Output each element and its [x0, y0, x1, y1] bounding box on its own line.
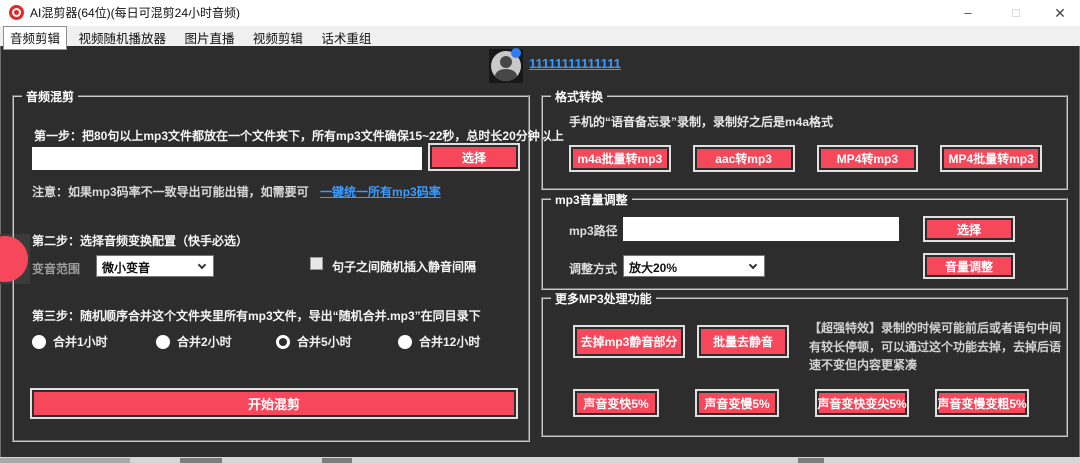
background-window-edge — [0, 457, 1080, 464]
audio-mix-group-title: 音频混剪 — [22, 88, 79, 105]
tab-video-edit[interactable]: 视频剪辑 — [246, 26, 310, 50]
background-window-fragment — [180, 458, 222, 463]
note-row: 注意：如果mp3码率不一致导出可能出错，如需要可 一键统一所有mp3码率 — [32, 183, 441, 200]
audio-mix-group: 音频混剪 第一步：把80句以上mp3文件都放在一个文件夹下，所有mp3文件确保1… — [12, 88, 564, 442]
tab-audio-edit[interactable]: 音频剪辑 — [3, 26, 68, 50]
slower-deeper-pitch-5-button[interactable]: 声音变慢变粗5% — [935, 389, 1029, 417]
mp3-path-input[interactable] — [623, 217, 899, 241]
m4a-batch-to-mp3-button[interactable]: m4a批量转mp3 — [569, 145, 671, 172]
format-convert-buttons: m4a批量转mp3 aac转mp3 MP4转mp3 MP4批量转mp3 — [569, 145, 1042, 172]
start-mix-button[interactable]: 开始混剪 — [30, 388, 518, 419]
tab-video-random-player[interactable]: 视频随机播放器 — [71, 26, 173, 50]
tab-script-recombine[interactable]: 话术重组 — [314, 26, 378, 50]
app-logo-icon — [9, 5, 24, 20]
tab-strip: 音频剪辑 视频随机播放器 图片直播 视频剪辑 话术重组 — [0, 26, 1080, 50]
main-content: 11111111111111 音频混剪 第一步：把80句以上mp3文件都放在一个… — [0, 46, 1080, 457]
window-title: AI混剪器(64位)(每日可混剪24小时音频) — [30, 6, 241, 20]
volume-adjust-group: mp3音量调整 mp3路径 选择 调整方式 放大20% 音量调整 — [541, 191, 1068, 290]
more-mp3-group: 更多MP3处理功能 去掉mp3静音部分 批量去静音 【超强特效】录制的时候可能前… — [541, 290, 1068, 437]
mp3-path-label: mp3路径 — [569, 224, 618, 238]
chevron-down-icon — [748, 260, 758, 270]
select-mp3-button[interactable]: 选择 — [923, 216, 1015, 242]
remove-silence-button[interactable]: 去掉mp3静音部分 — [573, 325, 685, 358]
unify-bitrate-link[interactable]: 一键统一所有mp3码率 — [320, 185, 441, 199]
format-convert-group: 格式转换 手机的“语音备忘录”录制，录制好之后是m4a格式 m4a批量转mp3 … — [541, 88, 1068, 190]
voice-range-select[interactable]: 微小变音 — [96, 255, 214, 277]
format-convert-hint: 手机的“语音备忘录”录制，录制好之后是m4a格式 — [569, 115, 834, 129]
note-text: 注意：如果mp3码率不一致导出可能出错，如需要可 — [32, 185, 309, 199]
step1-text: 第一步：把80句以上mp3文件都放在一个文件夹下，所有mp3文件确保15~22秒… — [34, 129, 564, 143]
aac-to-mp3-button[interactable]: aac转mp3 — [692, 145, 795, 172]
faster-higher-pitch-5-button[interactable]: 声音变快变尖5% — [815, 389, 909, 417]
mp4-to-mp3-button[interactable]: MP4转mp3 — [816, 145, 919, 172]
voice-range-value: 微小变音 — [102, 261, 151, 275]
maximize-button[interactable]: □ — [996, 0, 1036, 26]
adjust-mode-select[interactable]: 放大20% — [623, 255, 765, 277]
select-folder-button[interactable]: 选择 — [428, 143, 520, 171]
merge-option-12hour[interactable]: 合并12小时 — [398, 333, 480, 350]
title-bar: AI混剪器(64位)(每日可混剪24小时音频) – □ ✕ — [0, 0, 1080, 26]
slow-down-5-button[interactable]: 声音变慢5% — [695, 389, 779, 417]
merge-option-1hour[interactable]: 合并1小时 — [32, 333, 108, 350]
voice-range-label: 变音范围 — [32, 262, 81, 276]
step2-text: 第二步：选择音频变换配置（快手必选） — [32, 234, 249, 248]
background-window-fragment — [0, 458, 130, 463]
merge-option-2hour[interactable]: 合并2小时 — [156, 333, 232, 350]
app-window: AI混剪器(64位)(每日可混剪24小时音频) – □ ✕ 音频剪辑 视频随机播… — [0, 0, 1080, 464]
radio-icon — [398, 334, 412, 349]
background-window-fragment — [798, 458, 824, 463]
close-button[interactable]: ✕ — [1040, 0, 1080, 26]
format-convert-group-title: 格式转换 — [551, 88, 608, 105]
chevron-down-icon — [197, 260, 207, 270]
account-link[interactable]: 11111111111111 — [529, 56, 621, 71]
adjust-mode-label: 调整方式 — [569, 262, 618, 276]
avatar-badge-icon — [511, 48, 521, 58]
radio-icon — [32, 334, 46, 349]
silence-gap-checkbox[interactable] — [310, 257, 323, 270]
tab-image-live[interactable]: 图片直播 — [177, 26, 241, 50]
folder-path-input[interactable] — [32, 147, 422, 170]
background-window-fragment — [322, 458, 352, 463]
speed-up-5-button[interactable]: 声音变快5% — [573, 389, 659, 417]
volume-adjust-group-title: mp3音量调整 — [551, 191, 632, 208]
radio-icon — [156, 334, 170, 349]
silence-gap-checkbox-label: 句子之间随机插入静音间隔 — [332, 260, 477, 274]
batch-remove-silence-button[interactable]: 批量去静音 — [697, 325, 789, 358]
adjust-mode-value: 放大20% — [629, 261, 678, 275]
step3-text: 第三步：随机顺序合并这个文件夹里所有mp3文件，导出“随机合并.mp3”在同目录… — [32, 309, 481, 323]
merge-option-5hour[interactable]: 合并5小时 — [276, 333, 352, 350]
minimize-button[interactable]: – — [948, 0, 988, 26]
radio-selected-icon — [276, 334, 290, 349]
volume-adjust-button[interactable]: 音量调整 — [923, 253, 1015, 279]
more-mp3-group-title: 更多MP3处理功能 — [551, 290, 656, 307]
super-effect-hint: 【超强特效】录制的时候可能前后或者语句中间有较长停顿，可以通过这个功能去掉，去掉… — [809, 321, 1062, 373]
mp4-batch-to-mp3-button[interactable]: MP4批量转mp3 — [940, 145, 1042, 172]
